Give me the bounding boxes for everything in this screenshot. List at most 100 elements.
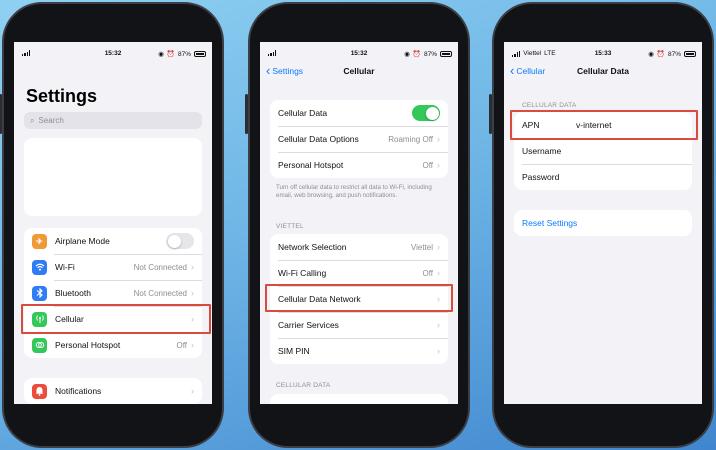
reset-group: Reset Settings xyxy=(514,210,692,236)
location-icon: ◉ xyxy=(404,51,410,58)
location-icon: ◉ xyxy=(648,51,654,58)
row-value: Not Connected xyxy=(133,288,187,298)
row-notifications[interactable]: Notifications › xyxy=(24,378,202,404)
chevron-right-icon: › xyxy=(437,294,440,304)
search-placeholder: Search xyxy=(38,116,64,125)
cellular-screen: 15:32 ◉ ⏰ 87% ‹ Settings Cellular Cellul… xyxy=(260,42,458,404)
phone-bottom-bezel xyxy=(26,408,200,434)
row-cellular-data-options[interactable]: Cellular Data Options Roaming Off › xyxy=(270,126,448,152)
row-label: Personal Hotspot xyxy=(55,340,121,350)
chevron-right-icon: › xyxy=(437,242,440,252)
row-label: Airplane Mode xyxy=(55,236,110,246)
battery-percent: 87% xyxy=(177,50,191,58)
battery-icon xyxy=(194,51,206,57)
status-right: ◉ ⏰ 87% xyxy=(158,50,206,58)
row-cellular-data-network[interactable]: Cellular Data Network › xyxy=(270,286,448,312)
row-label: Wi-Fi Calling xyxy=(278,268,327,278)
row-cellular[interactable]: Cellular › xyxy=(24,306,202,332)
alarm-icon: ⏰ xyxy=(412,51,421,58)
row-label: Cellular Data Network xyxy=(278,294,361,304)
wifi-icon xyxy=(32,259,47,275)
cellular-group-main: Cellular Data Cellular Data Options Roam… xyxy=(270,100,448,178)
cellular-data-screen: Viettel LTE 15:33 ◉ ⏰ 87% ‹ Cellular Cel… xyxy=(504,42,702,404)
chevron-right-icon: › xyxy=(191,288,194,298)
row-cellular-data[interactable]: Cellular Data xyxy=(270,100,448,126)
row-value: Off xyxy=(422,160,433,170)
row-label: Cellular xyxy=(55,314,84,324)
row-password[interactable]: Password xyxy=(514,164,692,190)
row-username[interactable]: Username xyxy=(514,138,692,164)
phone-bottom-bezel xyxy=(272,408,446,434)
phone-settings: 15:32 ◉ ⏰ 87% Settings ⌕ Search ✈ Airpla… xyxy=(0,2,224,448)
phone-bottom-bezel xyxy=(516,408,690,434)
username-field[interactable]: Username xyxy=(522,146,684,156)
password-field[interactable]: Password xyxy=(522,172,684,182)
apn-settings-group: APN Username Password xyxy=(514,112,692,190)
page-title: Settings xyxy=(26,86,98,106)
bell-icon xyxy=(32,383,47,399)
nav-title: Cellular xyxy=(343,66,375,76)
row-label: Personal Hotspot xyxy=(278,160,344,170)
row-network-selection[interactable]: Network Selection Viettel › xyxy=(270,234,448,260)
reset-settings-label: Reset Settings xyxy=(522,218,578,228)
row-value: Viettel xyxy=(410,242,433,252)
cellular-data-toggle[interactable] xyxy=(412,105,440,121)
row-bluetooth[interactable]: Bluetooth Not Connected › xyxy=(24,280,202,306)
row-sim-pin[interactable]: SIM PIN › xyxy=(270,338,448,364)
nav-bar: ‹ Settings Cellular xyxy=(260,64,458,80)
settings-screen: 15:32 ◉ ⏰ 87% Settings ⌕ Search ✈ Airpla… xyxy=(14,42,212,404)
chevron-right-icon: › xyxy=(191,314,194,324)
status-right: ◉ ⏰ 87% xyxy=(648,50,696,58)
row-wifi[interactable]: Wi-Fi Not Connected › xyxy=(24,254,202,280)
row-label: Notifications xyxy=(55,386,102,396)
search-input[interactable]: ⌕ Search xyxy=(24,112,202,129)
battery-percent: 87% xyxy=(667,50,681,58)
nav-bar: ‹ Cellular Cellular Data xyxy=(504,64,702,80)
chevron-right-icon: › xyxy=(437,134,440,144)
settings-group-connectivity: ✈ Airplane Mode Wi-Fi Not Connected › Bl… xyxy=(24,228,202,358)
alarm-icon: ⏰ xyxy=(166,51,175,58)
row-label: Network Selection xyxy=(278,242,347,252)
location-icon: ◉ xyxy=(158,51,164,58)
apn-field[interactable] xyxy=(576,120,684,130)
row-label: SIM PIN xyxy=(278,346,310,356)
chevron-right-icon: › xyxy=(437,160,440,170)
row-value: Off xyxy=(422,268,433,278)
chevron-right-icon: › xyxy=(191,262,194,272)
chevron-right-icon: › xyxy=(191,386,194,396)
phone-cellular-data: Viettel LTE 15:33 ◉ ⏰ 87% ‹ Cellular Cel… xyxy=(489,2,714,448)
row-value: Off xyxy=(176,340,187,350)
row-wifi-calling[interactable]: Wi-Fi Calling Off › xyxy=(270,260,448,286)
chevron-right-icon: › xyxy=(437,268,440,278)
reset-settings-button[interactable]: Reset Settings xyxy=(514,210,692,236)
chevron-right-icon: › xyxy=(437,320,440,330)
row-label: Bluetooth xyxy=(55,288,91,298)
battery-percent: 87% xyxy=(423,50,437,58)
row-carrier-services[interactable]: Carrier Services › xyxy=(270,312,448,338)
hotspot-icon xyxy=(32,337,47,353)
bluetooth-icon xyxy=(32,285,47,301)
status-right: ◉ ⏰ 87% xyxy=(404,50,452,58)
settings-group-notifications: Notifications › xyxy=(24,378,202,404)
row-label: Cellular Data xyxy=(278,108,328,118)
cellular-antenna-icon xyxy=(32,311,47,327)
row-personal-hotspot[interactable]: Personal Hotspot Off › xyxy=(24,332,202,358)
row-airplane-mode[interactable]: ✈ Airplane Mode xyxy=(24,228,202,254)
alarm-icon: ⏰ xyxy=(656,51,665,58)
battery-icon xyxy=(440,51,452,57)
apn-label: APN xyxy=(522,120,540,130)
row-personal-hotspot[interactable]: Personal Hotspot Off › xyxy=(270,152,448,178)
row-label: Cellular Data Options xyxy=(278,134,359,144)
section-label-cellular-data: CELLULAR DATA xyxy=(276,382,331,389)
row-label: Wi-Fi xyxy=(55,262,75,272)
section-label-cellular-data: CELLULAR DATA xyxy=(522,102,577,109)
phone-cellular: 15:32 ◉ ⏰ 87% ‹ Settings Cellular Cellul… xyxy=(245,2,470,448)
airplane-mode-toggle[interactable] xyxy=(166,233,194,249)
row-apn[interactable]: APN xyxy=(514,112,692,138)
status-bar: 15:32 ◉ ⏰ 87% xyxy=(14,42,212,60)
nav-title: Cellular Data xyxy=(577,66,629,76)
status-bar: Viettel LTE 15:33 ◉ ⏰ 87% xyxy=(504,42,702,60)
profile-card[interactable] xyxy=(24,138,202,216)
cellular-group-viettel: Network Selection Viettel › Wi-Fi Callin… xyxy=(270,234,448,364)
cellular-footnote: Turn off cellular data to restrict all d… xyxy=(276,184,432,199)
